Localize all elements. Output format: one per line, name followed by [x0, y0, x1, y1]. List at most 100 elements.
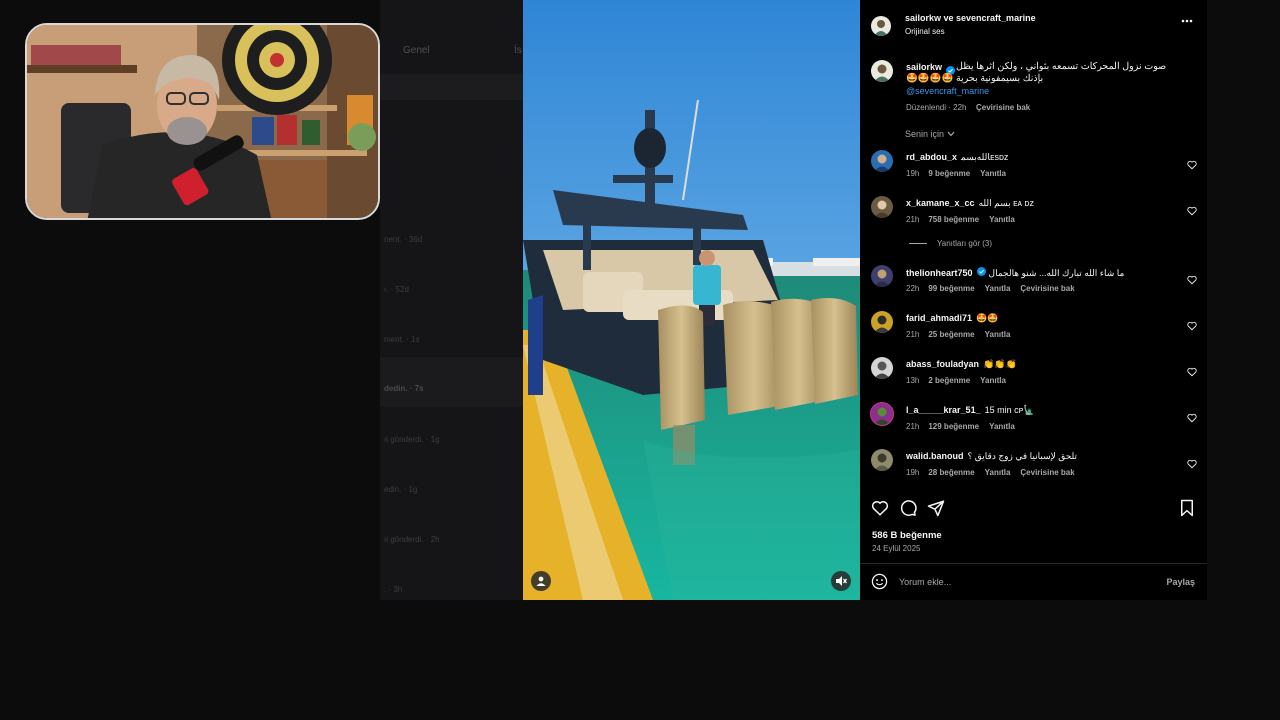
- comment-username[interactable]: rd_abdou_x: [906, 152, 957, 162]
- comment-input[interactable]: Yorum ekle...: [899, 577, 951, 587]
- audio-label[interactable]: Orijinal ses: [905, 27, 945, 36]
- share-send-icon[interactable]: [927, 499, 945, 522]
- comment-text: 🤩🤩: [976, 313, 999, 323]
- background-app-panel: Genel İs nent. · 36d ı. · 52d ment. · 1s…: [380, 0, 523, 600]
- comment-item: thelionheart750 ما شاء الله تبارك الله...…: [860, 260, 1207, 306]
- view-replies-button[interactable]: Yanıtları gör (3): [909, 239, 992, 248]
- comment-avatar[interactable]: [871, 196, 893, 218]
- comment-reply-button[interactable]: Yanıtla: [985, 284, 1011, 293]
- comment-time: 21h: [906, 422, 920, 431]
- comment-username[interactable]: farid_ahmadi71: [906, 313, 972, 323]
- comment-text: 15 min ᴄᴘ🗽: [984, 405, 1035, 415]
- comment-text: 👏👏👏: [983, 359, 1017, 369]
- webcam-overlay: [25, 23, 380, 220]
- comment-item: walid.banoud تلحق لإسبانيا في زوج دقايق ؟…: [860, 444, 1207, 490]
- post-actions-bar: [860, 497, 1207, 523]
- background-tab-general: Genel: [403, 45, 430, 56]
- post-comment-button[interactable]: Paylaş: [1166, 577, 1195, 587]
- comment-like-heart-icon[interactable]: [1187, 364, 1197, 382]
- post-date: 24 Eylül 2025: [872, 544, 921, 553]
- post-modal: sailorkw ve sevencraft_marine Orijinal s…: [523, 0, 1207, 600]
- comment-username[interactable]: l_a_____krar_51_: [906, 405, 981, 415]
- post-header: sailorkw ve sevencraft_marine Orijinal s…: [860, 0, 1207, 48]
- comment-reply-button[interactable]: Yanıtla: [985, 468, 1011, 477]
- comment-avatar[interactable]: [871, 265, 893, 287]
- comment-likes[interactable]: 28 beğenme: [928, 468, 974, 477]
- comment-time: 13h: [906, 376, 920, 385]
- comment-avatar[interactable]: [871, 357, 893, 379]
- chevron-down-icon: [947, 129, 955, 139]
- like-count[interactable]: 586 B beğenme: [872, 530, 942, 541]
- comment-username[interactable]: abass_fouladyan: [906, 359, 979, 369]
- comment-reply-button[interactable]: Yanıtla: [980, 376, 1006, 385]
- comment-likes[interactable]: 25 beğenme: [928, 330, 974, 339]
- background-tab-is: İs: [514, 45, 522, 56]
- post-media[interactable]: [523, 0, 860, 600]
- background-row: ı. · 52d: [384, 285, 409, 294]
- comment-like-heart-icon[interactable]: [1187, 203, 1197, 221]
- background-row: edin. · 1g: [384, 485, 418, 494]
- comment-like-heart-icon[interactable]: [1187, 456, 1197, 474]
- comment-composer: Yorum ekle... Paylaş: [860, 563, 1207, 601]
- caption-avatar[interactable]: [871, 60, 893, 82]
- comment-item: x_kamane_x_cc بسم الله ᴇᴀ ᴅᴢ 21h 758 beğen…: [860, 191, 1207, 237]
- comment-item: rd_abdou_x بسم‎الله‎ᴇѕᴅᴢ 19h 9 beğenme Yanı…: [860, 145, 1207, 191]
- comment-avatar[interactable]: [871, 311, 893, 333]
- caption-translate-link[interactable]: Çevirisine bak: [976, 103, 1030, 112]
- comment-likes[interactable]: 758 beğenme: [928, 215, 979, 224]
- mute-icon[interactable]: [831, 571, 851, 591]
- comment-avatar[interactable]: [871, 449, 893, 471]
- replies-line: [909, 243, 927, 245]
- comment-username[interactable]: walid.banoud: [906, 451, 964, 461]
- comment-text: ما شاء الله تبارك الله... شنو هالجمال: [988, 268, 1125, 278]
- comment-reply-button[interactable]: Yanıtla: [985, 330, 1011, 339]
- comment-time: 19h: [906, 468, 920, 477]
- comment-time: 22h: [906, 284, 920, 293]
- comment-likes[interactable]: 2 beğenme: [928, 376, 970, 385]
- emoji-smiley-icon[interactable]: [871, 573, 888, 595]
- background-row: . · 3h: [384, 585, 403, 594]
- tagged-user-icon[interactable]: [531, 571, 551, 591]
- comment-bubble-icon[interactable]: [899, 499, 917, 522]
- caption-mention-link[interactable]: @sevencraft_marine: [906, 86, 989, 96]
- comment-likes[interactable]: 129 beğenme: [928, 422, 979, 431]
- post-sidebar: sailorkw ve sevencraft_marine Orijinal s…: [860, 0, 1207, 600]
- background-row: ıi gönderdi. · 1g: [384, 435, 440, 444]
- comment-time: 21h: [906, 215, 920, 224]
- comment-sort-label: Senin için: [905, 129, 945, 139]
- like-heart-icon[interactable]: [871, 499, 889, 522]
- comment-username[interactable]: thelionheart750: [906, 268, 973, 278]
- comment-like-heart-icon[interactable]: [1187, 157, 1197, 175]
- comment-like-heart-icon[interactable]: [1187, 272, 1197, 290]
- webcam-image: [27, 25, 378, 218]
- comment-translate-link[interactable]: Çevirisine bak: [1020, 468, 1074, 477]
- comment-like-heart-icon[interactable]: [1187, 318, 1197, 336]
- comment-likes[interactable]: 99 beğenme: [928, 284, 974, 293]
- caption-text-line2: بإذنك بسيمفونية بحرية 🤩🤩🤩🤩: [906, 73, 1044, 84]
- background-tabbar: [380, 74, 523, 100]
- author-avatar[interactable]: [871, 16, 891, 36]
- more-horizontal-icon[interactable]: [1181, 14, 1193, 32]
- comment-translate-link[interactable]: Çevirisine bak: [1020, 284, 1074, 293]
- comment-reply-button[interactable]: Yanıtla: [980, 169, 1006, 178]
- comment-reply-button[interactable]: Yanıtla: [989, 215, 1015, 224]
- comment-text: بسم الله ᴇᴀ ᴅᴢ: [978, 198, 1034, 208]
- comment-username[interactable]: x_kamane_x_cc: [906, 198, 975, 208]
- comment-reply-button[interactable]: Yanıtla: [989, 422, 1015, 431]
- comment-text: تلحق لإسبانيا في زوج دقايق ؟: [967, 451, 1078, 461]
- background-row: ıi gönderdi. · 2h: [384, 535, 440, 544]
- bookmark-icon[interactable]: [1179, 499, 1195, 522]
- background-row: nent. · 36d: [384, 235, 423, 244]
- comment-likes[interactable]: 9 beğenme: [928, 169, 970, 178]
- caption-edited-time: Düzenlendi · 22h: [906, 103, 967, 112]
- comment-item: farid_ahmadi71 🤩🤩 21h 25 beğenme Yanıtla: [860, 306, 1207, 352]
- comment-like-heart-icon[interactable]: [1187, 410, 1197, 428]
- post-authors[interactable]: sailorkw ve sevencraft_marine: [905, 13, 1036, 23]
- caption-username[interactable]: sailorkw: [906, 62, 942, 72]
- comment-time: 19h: [906, 169, 920, 178]
- comment-text: بسم‎الله‎ᴇѕᴅᴢ: [961, 152, 1009, 162]
- comment-avatar[interactable]: [870, 402, 894, 426]
- comment-avatar[interactable]: [871, 150, 893, 172]
- comment-sort-dropdown[interactable]: Senin için: [905, 129, 955, 139]
- background-row-highlighted: dedin. · 7s: [380, 357, 523, 407]
